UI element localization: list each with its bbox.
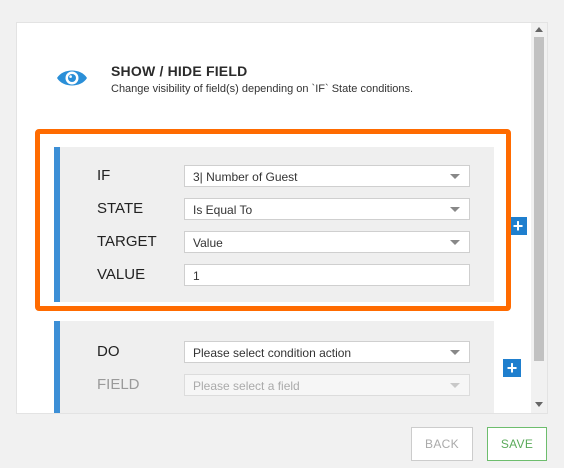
do-label: DO [97,343,120,360]
field-label: FIELD [97,376,140,393]
plus-icon: + [506,358,518,378]
do-select-value: Please select condition action [193,346,352,360]
field-select[interactable]: Please select a field [184,374,470,396]
caret-down-icon [450,350,460,355]
vertical-scrollbar[interactable] [531,23,547,413]
page-subtitle: Change visibility of field(s) depending … [111,83,414,95]
do-action-block: DO Please select condition action FIELD … [54,321,494,413]
scroll-down-icon[interactable] [535,402,543,407]
save-button[interactable]: SAVE [487,427,547,461]
scrollbar-thumb[interactable] [534,37,544,361]
eye-icon [57,70,87,86]
add-action-button[interactable]: + [503,359,521,377]
plus-icon: + [512,216,524,236]
do-select[interactable]: Please select condition action [184,341,470,363]
scroll-up-icon[interactable] [535,27,543,32]
back-button[interactable]: BACK [411,427,473,461]
add-condition-button[interactable]: + [509,217,527,235]
page-title: SHOW / HIDE FIELD [111,63,248,79]
caret-down-icon [450,383,460,388]
field-select-value: Please select a field [193,379,300,393]
highlight-box [35,129,511,311]
